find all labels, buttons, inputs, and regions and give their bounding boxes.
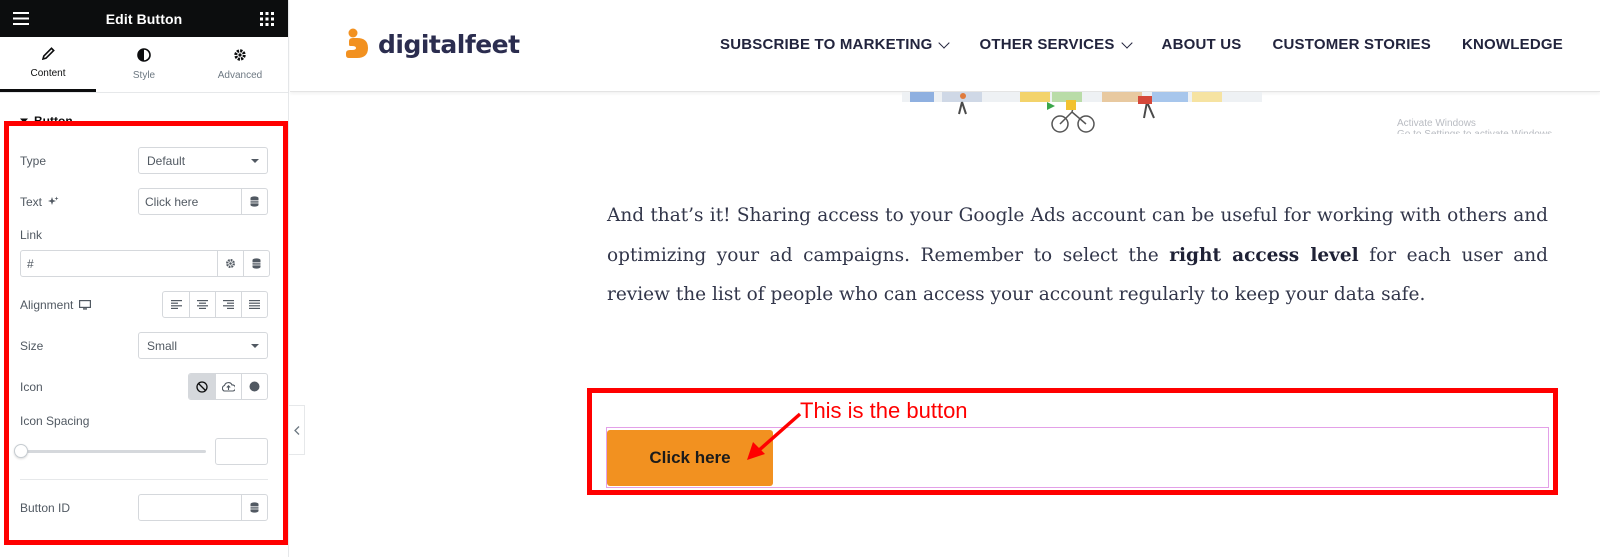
highlight-box-panel bbox=[4, 121, 288, 545]
nav-item-label: OTHER SERVICES bbox=[979, 36, 1115, 53]
widgets-grid-icon[interactable] bbox=[258, 10, 276, 28]
nav-item-knowledge[interactable]: KNOWLEDGE bbox=[1462, 36, 1563, 53]
article-bold-text: right access level bbox=[1169, 244, 1359, 266]
watermark-line1: Activate Windows bbox=[1397, 118, 1476, 129]
nav-item-label: ABOUT US bbox=[1161, 36, 1242, 53]
site-logo[interactable]: digitalfeet bbox=[346, 28, 520, 60]
tab-advanced-label: Advanced bbox=[217, 70, 263, 81]
tab-style[interactable]: Style bbox=[96, 37, 192, 92]
tab-advanced[interactable]: Advanced bbox=[192, 37, 288, 92]
footprint-logo-icon bbox=[346, 28, 368, 58]
windows-activation-watermark: Activate Windows Go to Settings to activ… bbox=[1397, 118, 1555, 134]
article-paragraph: And that’s it! Sharing access to your Go… bbox=[607, 196, 1548, 315]
nav-item-subscribe[interactable]: SUBSCRIBE TO MARKETING bbox=[720, 36, 951, 53]
nav-item-label: SUBSCRIBE TO MARKETING bbox=[720, 36, 933, 53]
panel-header: Edit Button bbox=[0, 0, 288, 37]
nav-item-label: CUSTOMER STORIES bbox=[1272, 36, 1431, 53]
tab-content[interactable]: Content bbox=[0, 37, 96, 92]
contrast-icon bbox=[137, 48, 151, 65]
panel-tabs: Content Style Advanced bbox=[0, 37, 288, 93]
watermark-line2: Go to Settings to activate Windows. bbox=[1397, 129, 1555, 134]
pencil-icon bbox=[41, 47, 55, 63]
nav-item-other-services[interactable]: OTHER SERVICES bbox=[979, 36, 1133, 53]
logo-wordmark: digitalfeet bbox=[378, 29, 520, 59]
article-illustration bbox=[902, 92, 1262, 133]
highlight-box-button bbox=[587, 388, 1558, 495]
tab-content-label: Content bbox=[30, 68, 66, 79]
hamburger-menu-icon[interactable] bbox=[12, 10, 30, 28]
main-nav: SUBSCRIBE TO MARKETING OTHER SERVICES AB… bbox=[720, 36, 1563, 53]
chevron-down-icon bbox=[1120, 36, 1133, 49]
nav-item-label: KNOWLEDGE bbox=[1461, 36, 1563, 53]
nav-item-about-us[interactable]: ABOUT US bbox=[1162, 36, 1242, 53]
panel-title: Edit Button bbox=[105, 10, 183, 27]
chevron-down-icon bbox=[938, 36, 951, 49]
tab-style-label: Style bbox=[132, 70, 156, 81]
gear-icon bbox=[233, 48, 247, 65]
nav-item-customer-stories[interactable]: CUSTOMER STORIES bbox=[1272, 36, 1431, 53]
site-header: digitalfeet SUBSCRIBE TO MARKETING OTHER… bbox=[290, 0, 1600, 92]
